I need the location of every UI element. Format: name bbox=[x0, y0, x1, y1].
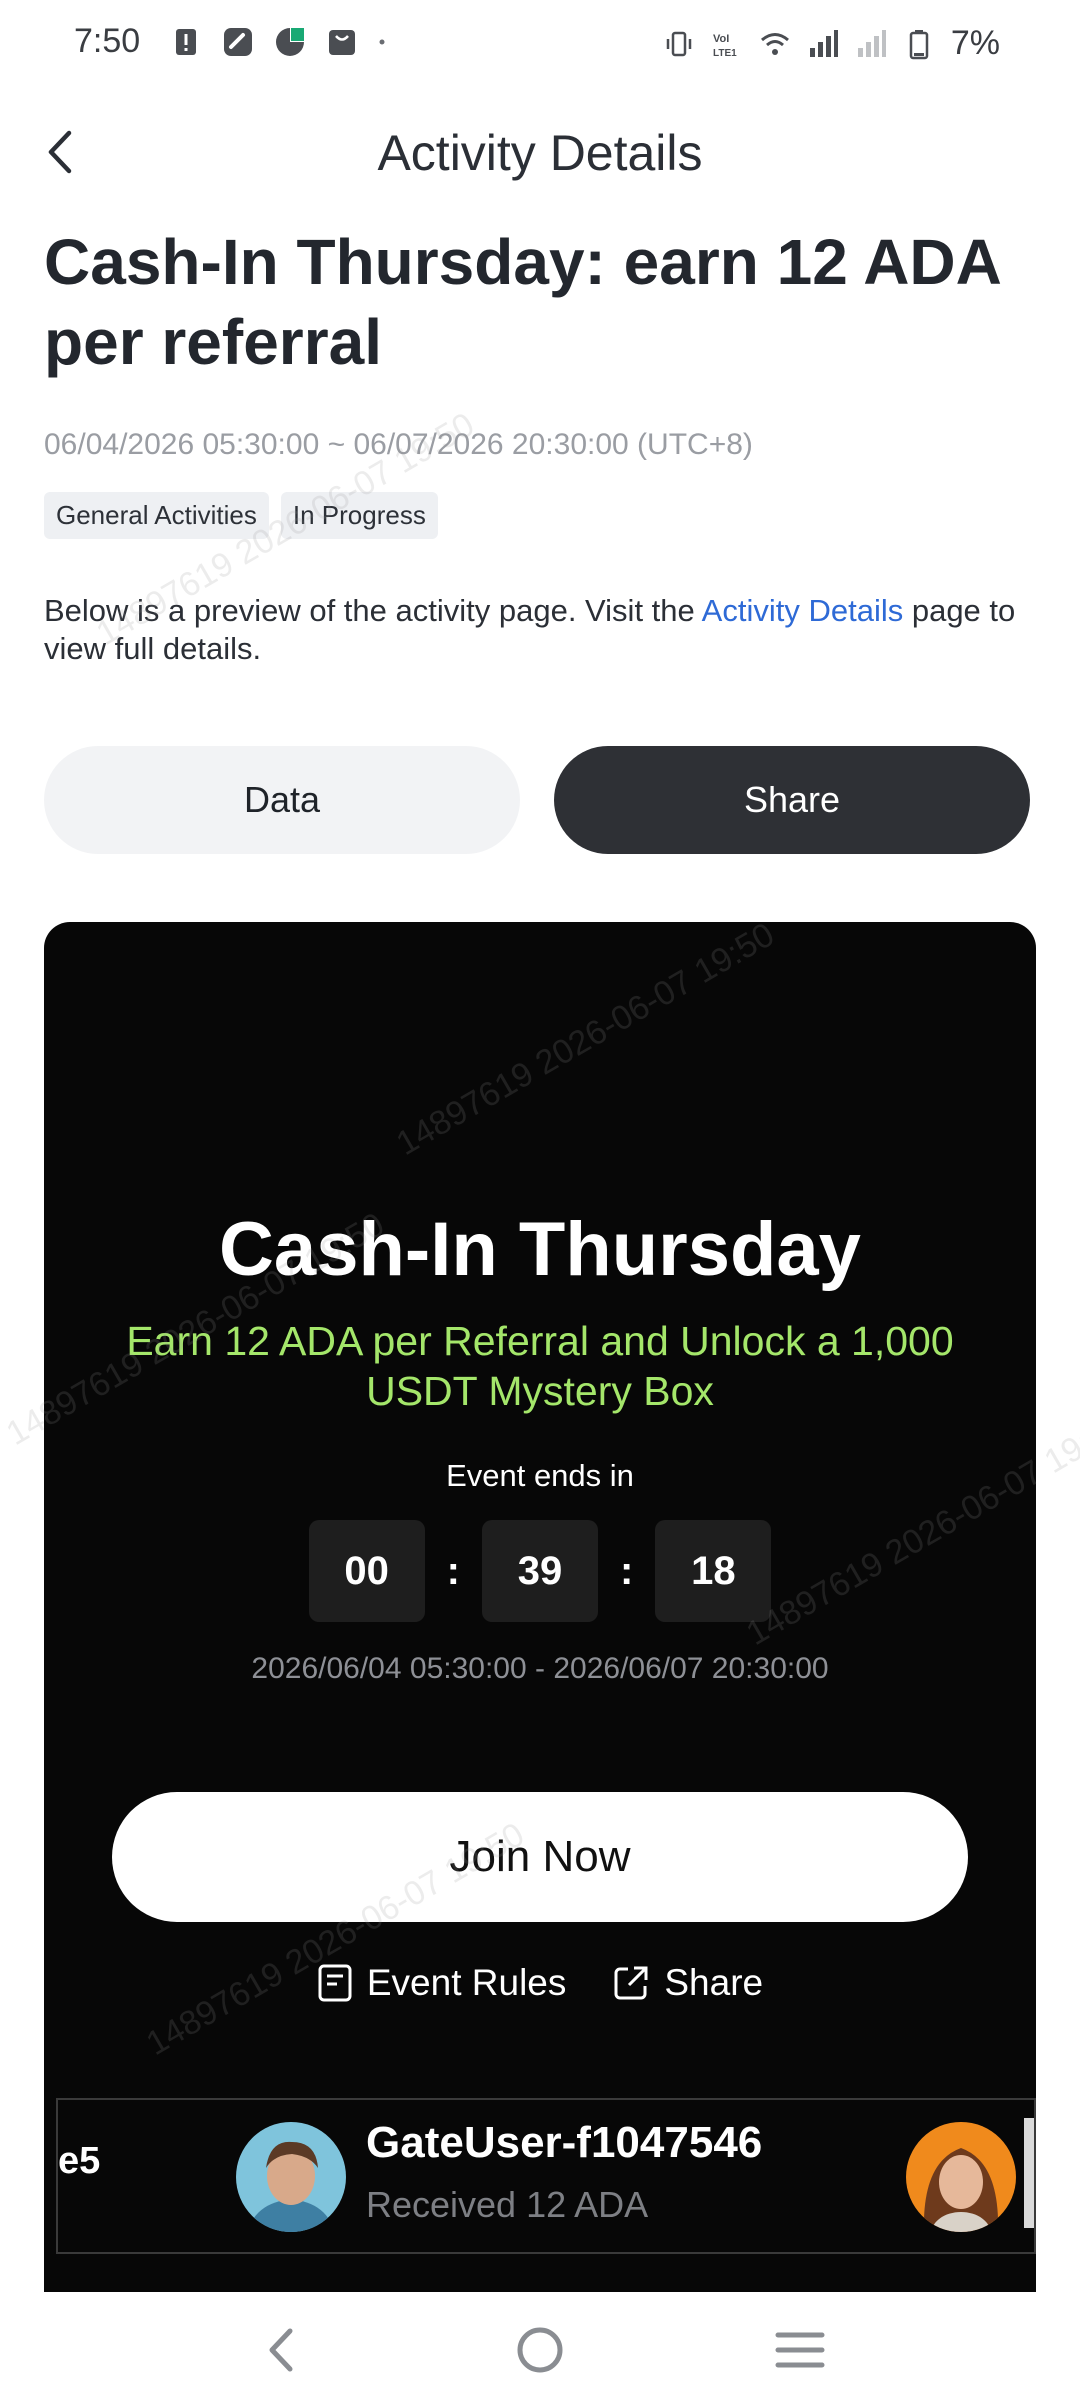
tag-category: General Activities bbox=[44, 492, 269, 539]
avatar bbox=[906, 2122, 1016, 2232]
share-button[interactable]: Share bbox=[554, 746, 1030, 854]
activity-details-link[interactable]: Activity Details bbox=[702, 593, 904, 628]
event-dates: 06/04/2026 05:30:00 ~ 06/07/2026 20:30:0… bbox=[44, 428, 753, 461]
svg-text:LTE1: LTE1 bbox=[713, 48, 737, 59]
ticker-next-fragment bbox=[1024, 2118, 1034, 2228]
app-icon bbox=[224, 28, 252, 56]
dot-icon bbox=[379, 39, 385, 45]
countdown-hours: 00 bbox=[308, 1520, 425, 1622]
nav-home-button[interactable] bbox=[500, 2310, 580, 2390]
data-button[interactable]: Data bbox=[44, 746, 520, 854]
card-share-link[interactable]: Share bbox=[612, 1962, 763, 2004]
system-nav-bar bbox=[0, 2292, 1080, 2408]
svg-text:VoI: VoI bbox=[713, 33, 729, 45]
wifi-icon bbox=[760, 32, 789, 55]
event-rules-link[interactable]: Event Rules bbox=[317, 1962, 567, 2004]
page-title: Activity Details bbox=[377, 125, 703, 181]
gate-app-icon bbox=[276, 28, 304, 56]
vibrate-icon bbox=[666, 31, 692, 56]
countdown-separator: : bbox=[620, 1548, 634, 1593]
user-avatar-icon bbox=[236, 2122, 346, 2232]
card-links: Event Rules Share bbox=[44, 1962, 1036, 2004]
signal-icon bbox=[809, 29, 838, 57]
preview-notice: Below is a preview of the activity page.… bbox=[44, 592, 1044, 668]
status-icons-left bbox=[170, 26, 394, 58]
countdown-timer: 00 : 39 : 18 bbox=[44, 1520, 1036, 1622]
status-time: 7:50 bbox=[74, 22, 141, 60]
event-title: Cash-In Thursday: earn 12 ADA per referr… bbox=[44, 226, 1000, 378]
event-rules-label: Event Rules bbox=[366, 1962, 567, 2003]
preview-prefix: Below is a preview of the activity page.… bbox=[44, 593, 702, 628]
event-ends-label: Event ends in bbox=[446, 1458, 634, 1493]
nav-recents-button[interactable] bbox=[760, 2310, 840, 2390]
status-bar: 7:50 VoI LTE1 7% bbox=[0, 0, 1080, 88]
signal-weak-icon bbox=[857, 29, 886, 57]
card-title: Cash-In Thursday bbox=[219, 1207, 861, 1292]
nav-back-icon bbox=[269, 2328, 293, 2372]
volte-icon: VoI LTE1 bbox=[713, 33, 737, 59]
tag-status: In Progress bbox=[280, 492, 438, 539]
countdown-minutes: 39 bbox=[482, 1520, 598, 1622]
event-range: 2026/06/04 05:30:00 - 2026/06/07 20:30:0… bbox=[251, 1652, 829, 1685]
countdown-separator: : bbox=[446, 1548, 460, 1593]
status-icons-right: VoI LTE1 7% bbox=[663, 24, 1000, 63]
alert-icon bbox=[176, 29, 196, 55]
battery-icon bbox=[909, 29, 929, 59]
battery-percent: 7% bbox=[950, 24, 1000, 62]
user-avatar-icon bbox=[906, 2122, 1016, 2232]
tag-list: General Activities In Progress bbox=[44, 492, 438, 539]
nav-back-button[interactable] bbox=[240, 2310, 320, 2390]
winner-ticker: e5 GateUser-f1047546 Received 12 ADA bbox=[56, 2098, 1036, 2254]
countdown-seconds: 18 bbox=[655, 1520, 772, 1622]
ticker-user-name: GateUser-f1047546 bbox=[366, 2118, 763, 2167]
external-share-icon bbox=[614, 1966, 648, 2000]
ticker-prev-fragment: e5 bbox=[58, 2140, 101, 2182]
nav-menu-icon bbox=[775, 2332, 825, 2368]
nav-home-icon bbox=[517, 2327, 563, 2373]
bag-icon bbox=[329, 30, 355, 55]
activity-preview-card: Cash-In Thursday Earn 12 ADA per Referra… bbox=[44, 922, 1036, 2302]
join-now-button[interactable]: Join Now bbox=[112, 1792, 968, 1922]
document-icon bbox=[318, 1964, 352, 2002]
avatar bbox=[236, 2122, 346, 2232]
card-subtitle: Earn 12 ADA per Referral and Unlock a 1,… bbox=[126, 1318, 954, 1414]
card-share-label: Share bbox=[664, 1962, 764, 2003]
ticker-user-status: Received 12 ADA bbox=[366, 2184, 649, 2225]
